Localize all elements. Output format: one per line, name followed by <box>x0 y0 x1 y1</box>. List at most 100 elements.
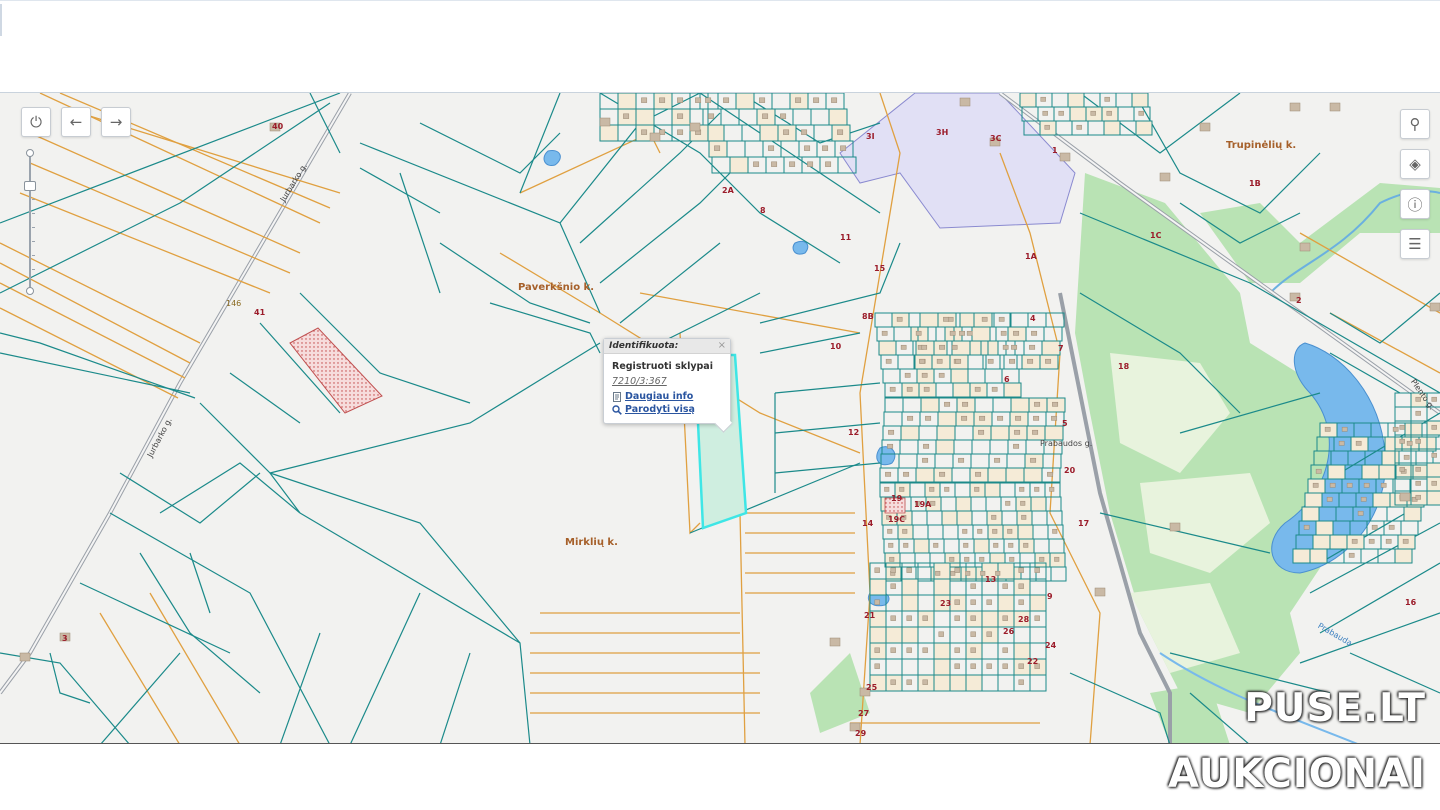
building <box>906 386 913 392</box>
village-parcel <box>987 467 1007 483</box>
magnifier-icon <box>612 404 622 415</box>
building <box>922 647 928 653</box>
village-parcel <box>874 312 893 328</box>
building <box>1392 426 1399 432</box>
back-button[interactable]: ← <box>61 107 91 137</box>
map-view[interactable]: 40 41 3 12 18 1 1A 1B 1C 3C 3H 3I 2 2A 8 8B 10 14 19 19A 19C… <box>0 92 1440 744</box>
top-band <box>0 0 1440 92</box>
building <box>1415 466 1421 472</box>
parcel-number: 1C <box>1150 231 1162 240</box>
village-parcel <box>997 562 1015 580</box>
building <box>829 637 841 647</box>
building <box>1431 480 1437 486</box>
building <box>970 663 976 669</box>
building <box>1058 110 1064 116</box>
village-parcel <box>599 93 619 110</box>
building <box>1415 438 1421 444</box>
building <box>1429 302 1440 312</box>
layers-icon: ◈ <box>1409 155 1421 173</box>
building <box>753 161 760 167</box>
building <box>1312 482 1319 488</box>
building <box>1027 358 1034 364</box>
building <box>1008 542 1014 548</box>
parcel-number: 3 <box>62 634 68 643</box>
village-parcel <box>1001 510 1018 526</box>
building <box>950 570 956 576</box>
village-parcel <box>901 658 919 676</box>
parcel-id-link[interactable]: 7210/3:367 <box>612 376 667 387</box>
village-parcel <box>1304 492 1323 508</box>
parcel-number: 3C <box>990 134 1002 143</box>
power-button[interactable]: ⏻ <box>21 107 51 137</box>
building <box>906 647 912 653</box>
zoom-tick <box>32 227 35 228</box>
building <box>970 615 976 621</box>
zoom-slider[interactable] <box>24 149 36 295</box>
info-button[interactable]: ⓘ <box>1400 189 1430 219</box>
building <box>935 570 941 576</box>
village-parcel <box>973 538 990 554</box>
show-all-label: Parodyti visą <box>625 404 695 415</box>
village-parcel <box>882 368 901 384</box>
village-parcel <box>1019 93 1037 108</box>
zoom-out-end[interactable] <box>26 287 34 295</box>
village-parcel <box>1005 467 1025 483</box>
village-parcel <box>617 93 637 110</box>
zoom-handle[interactable] <box>24 181 36 191</box>
village-parcel <box>1394 406 1412 422</box>
parcel-number: 3H <box>936 128 948 137</box>
building <box>1338 440 1345 446</box>
industrial-zone <box>839 93 1076 229</box>
legend-button[interactable]: ☰ <box>1400 229 1430 259</box>
building <box>970 647 976 653</box>
search-button[interactable]: ⚲ <box>1400 109 1430 139</box>
village-parcel <box>735 93 755 110</box>
village-parcel <box>1045 496 1062 512</box>
more-info-link[interactable]: Daugiau info <box>612 391 693 402</box>
building <box>986 631 992 637</box>
building <box>943 316 950 322</box>
village-parcel <box>899 439 919 455</box>
show-all-link[interactable]: Parodyti visą <box>612 404 695 415</box>
building <box>874 663 880 669</box>
zoom-in-end[interactable] <box>26 149 34 157</box>
village-parcel <box>729 156 749 174</box>
building <box>1357 510 1364 516</box>
parcel-number: 2A <box>722 186 735 195</box>
village-parcel <box>997 674 1015 692</box>
village-parcel <box>917 626 935 644</box>
building <box>1045 358 1052 364</box>
building <box>1032 429 1039 435</box>
village-parcel <box>1043 326 1063 342</box>
building <box>959 330 966 336</box>
building <box>1415 480 1421 486</box>
village-parcel <box>981 610 999 628</box>
layers-button[interactable]: ◈ <box>1400 149 1430 179</box>
watermark-line-2: AUKCIONAI <box>1168 751 1426 797</box>
building <box>840 145 847 151</box>
building <box>903 471 910 477</box>
village-parcel <box>913 538 930 554</box>
building <box>1289 102 1301 112</box>
building <box>1018 679 1024 685</box>
building <box>992 528 998 534</box>
search-icon: ⚲ <box>1409 115 1421 133</box>
zoom-tick <box>32 213 35 214</box>
village-parcel <box>1103 120 1121 136</box>
village-parcel <box>1050 566 1067 582</box>
village-parcel <box>985 496 1002 512</box>
building <box>1351 538 1358 544</box>
village-parcel <box>949 674 967 692</box>
building <box>659 97 666 103</box>
village-parcel <box>970 453 990 469</box>
village-parcel <box>937 411 957 427</box>
forward-button[interactable]: → <box>101 107 131 137</box>
building <box>1363 482 1370 488</box>
zoom-tick <box>32 255 35 256</box>
building <box>1040 96 1046 102</box>
village-parcel <box>954 425 974 441</box>
popup-close-icon[interactable]: × <box>718 340 726 351</box>
village-parcel <box>599 124 619 142</box>
village-parcel <box>1051 93 1069 108</box>
building <box>677 129 684 135</box>
